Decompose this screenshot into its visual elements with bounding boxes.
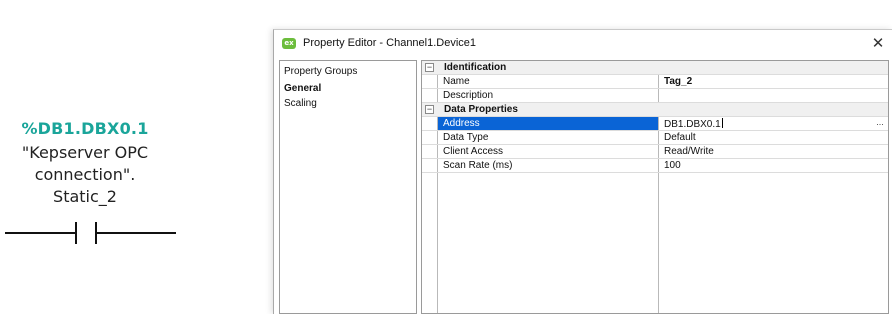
property-name: Address (443, 118, 480, 129)
category-label: Data Properties (444, 104, 518, 115)
property-value[interactable]: Tag_2 (664, 76, 692, 87)
property-name: Name (443, 76, 470, 87)
category-label: Identification (444, 62, 507, 73)
kepserver-app-icon: ex (282, 38, 296, 49)
property-row-scan-rate[interactable]: Scan Rate (ms) 100 (422, 159, 888, 173)
contact-tag-address[interactable]: %DB1.DBX0.1 (0, 119, 170, 138)
address-input[interactable]: DB1.DBX0.1 (664, 118, 723, 130)
property-groups-header: Property Groups (284, 66, 358, 77)
property-value[interactable]: Default (664, 132, 696, 143)
text-cursor (721, 118, 723, 128)
property-row-name[interactable]: Name Tag_2 (422, 75, 888, 89)
property-row-description[interactable]: Description (422, 89, 888, 103)
property-row-client-access[interactable]: Client Access Read/Write (422, 145, 888, 159)
editor-content: Property Groups General Scaling − Identi… (279, 60, 889, 314)
tag-symbol-line: "Kepserver OPC (21, 143, 149, 162)
close-button[interactable]: ✕ (864, 30, 892, 58)
property-row-data-type[interactable]: Data Type Default (422, 131, 888, 145)
title-bar[interactable]: ex Property Editor - Channel1.Device1 ✕ (274, 30, 892, 58)
property-value[interactable]: Read/Write (664, 146, 714, 157)
category-identification[interactable]: − Identification (422, 61, 888, 75)
tag-symbol-line: Static_2 (53, 187, 117, 206)
tag-symbol-line: connection". (34, 165, 136, 184)
property-grid: − Identification Name Tag_2 Description … (421, 60, 889, 314)
property-name: Description (443, 90, 494, 101)
property-name: Data Type (443, 132, 489, 143)
property-value: DB1.DBX0.1 (664, 119, 721, 130)
group-item-general[interactable]: General (284, 83, 321, 94)
normally-open-contact-icon[interactable] (0, 218, 180, 248)
collapse-icon[interactable]: − (425, 63, 434, 72)
window-title: Property Editor - Channel1.Device1 (303, 37, 477, 49)
browse-ellipsis-button[interactable]: ... (874, 117, 886, 130)
property-row-address[interactable]: Address DB1.DBX0.1 ... (422, 117, 888, 131)
property-name: Client Access (443, 146, 504, 157)
contact-tag-symbol[interactable]: "Kepserver OPC connection". Static_2 (0, 142, 170, 208)
property-value[interactable]: 100 (664, 160, 681, 171)
ladder-logic-area: %DB1.DBX0.1 "Kepserver OPC connection". … (0, 0, 270, 314)
property-groups-panel: Property Groups General Scaling (279, 60, 417, 314)
group-item-scaling[interactable]: Scaling (284, 98, 317, 109)
property-name: Scan Rate (ms) (443, 160, 513, 171)
property-editor-window: ex Property Editor - Channel1.Device1 ✕ … (273, 29, 892, 314)
collapse-icon[interactable]: − (425, 105, 434, 114)
category-data-properties[interactable]: − Data Properties (422, 103, 888, 117)
